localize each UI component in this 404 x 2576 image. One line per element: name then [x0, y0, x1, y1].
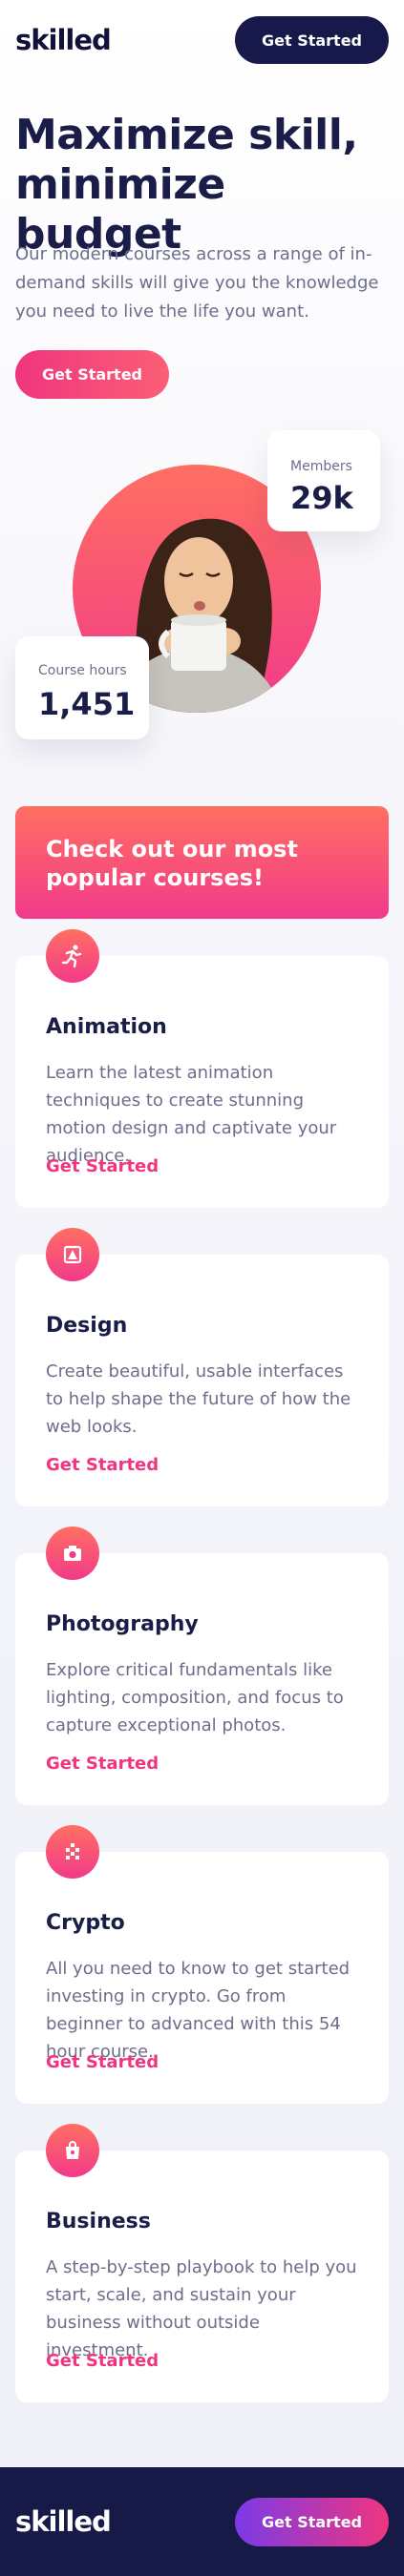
course-card-design: Design Create beautiful, usable interfac… — [15, 1228, 389, 1506]
course-card-animation: Animation Learn the latest animation tec… — [15, 929, 389, 1208]
course-hours-value: 1,451 — [38, 686, 136, 722]
course-description: All you need to know to get started inve… — [46, 1959, 351, 2062]
course-description: Create beautiful, usable interfaces to h… — [46, 1361, 351, 1437]
course-title: Business — [46, 2210, 151, 2233]
course-get-started-link[interactable]: Get Started — [46, 2052, 159, 2072]
hero-title: Maximize skill, minimize budget — [15, 111, 358, 259]
footer-logo[interactable]: skilled — [15, 2505, 112, 2538]
course-card-crypto: Crypto All you need to know to get start… — [15, 1825, 389, 2104]
popular-courses-banner: Check out our most popular courses! — [15, 806, 389, 919]
course-description: Explore critical fundamentals like light… — [46, 1660, 344, 1735]
course-title: Animation — [46, 1015, 167, 1039]
hero-description: Our modern courses across a range of in-… — [15, 244, 379, 322]
course-title: Design — [46, 1314, 128, 1338]
members-value: 29k — [290, 480, 353, 516]
members-stat-card: Members 29k — [267, 430, 380, 531]
site-footer: skilled Get Started — [0, 2467, 404, 2576]
course-card-photography: Photography Explore critical fundamental… — [15, 1527, 389, 1805]
course-get-started-link[interactable]: Get Started — [46, 1455, 159, 1475]
members-label: Members — [290, 459, 352, 474]
camera-icon — [46, 1527, 99, 1580]
course-get-started-link[interactable]: Get Started — [46, 1754, 159, 1774]
running-icon — [46, 929, 99, 983]
header-get-started-button[interactable]: Get Started — [235, 16, 389, 64]
banner-heading: Check out our most popular courses! — [46, 836, 298, 891]
hero-get-started-button[interactable]: Get Started — [15, 350, 169, 399]
course-get-started-link[interactable]: Get Started — [46, 1156, 159, 1176]
briefcase-icon — [46, 2124, 99, 2177]
site-header: skilled Get Started — [0, 0, 404, 80]
course-card-business: Business A step-by-step playbook to help… — [15, 2124, 389, 2402]
course-title: Photography — [46, 1612, 199, 1636]
course-get-started-link[interactable]: Get Started — [46, 2351, 159, 2371]
course-title: Crypto — [46, 1911, 125, 1935]
design-icon — [46, 1228, 99, 1281]
crypto-icon — [46, 1825, 99, 1879]
course-hours-label: Course hours — [38, 663, 127, 678]
footer-get-started-button[interactable]: Get Started — [235, 2497, 389, 2546]
course-description: Learn the latest animation techniques to… — [46, 1063, 337, 1166]
course-hours-stat-card: Course hours 1,451 — [15, 636, 149, 739]
logo[interactable]: skilled — [15, 24, 112, 56]
course-description: A step-by-step playbook to help you star… — [46, 2257, 357, 2360]
